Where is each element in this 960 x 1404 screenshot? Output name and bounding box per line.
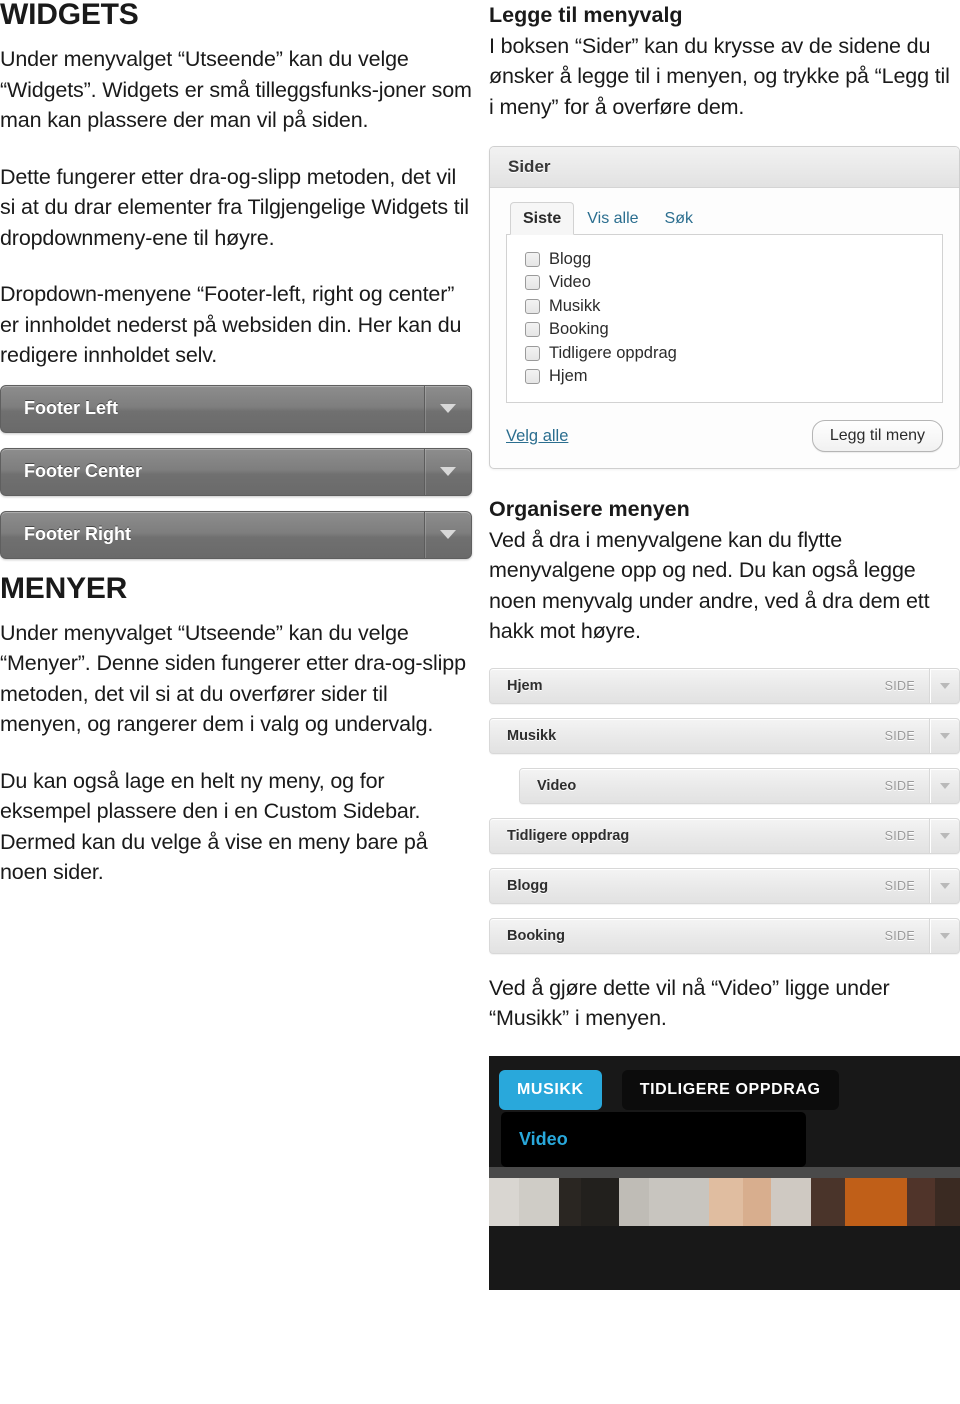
menu-item-label: Video bbox=[537, 777, 577, 794]
page-checkbox-row[interactable]: Tidligere oppdrag bbox=[525, 342, 932, 365]
select-all-link[interactable]: Velg alle bbox=[506, 427, 568, 446]
site-nav-item-tidligere-oppdrag[interactable]: TIDLIGERE OPPDRAG bbox=[621, 1069, 839, 1110]
page-checkbox-label: Booking bbox=[549, 320, 609, 339]
sider-tab-list: Siste Vis alle Søk bbox=[506, 202, 943, 236]
menu-item-type-badge: SIDE bbox=[884, 878, 915, 893]
chevron-down-icon[interactable] bbox=[929, 818, 959, 853]
document-page: WIDGETS Under menyvalget “Utseende” kan … bbox=[0, 0, 960, 1404]
checkbox-icon[interactable] bbox=[525, 322, 540, 338]
chevron-down-icon[interactable] bbox=[424, 511, 471, 558]
menu-item-row[interactable]: Musikk SIDE bbox=[489, 717, 960, 754]
page-checkbox-row[interactable]: Video bbox=[525, 272, 932, 295]
checkbox-icon[interactable] bbox=[525, 298, 540, 314]
organisere-menyen-paragraph: Ved å dra i menyvalgene kan du flytte me… bbox=[489, 527, 930, 644]
footer-widget-footer-center[interactable]: Footer Center bbox=[0, 447, 472, 496]
menu-item-type-badge: SIDE bbox=[884, 728, 915, 743]
page-checkbox-row[interactable]: Booking bbox=[525, 319, 932, 342]
menu-item-row[interactable]: Tidligere oppdrag SIDE bbox=[489, 817, 960, 854]
site-nav-dropdown: Video bbox=[501, 1111, 806, 1167]
menyer-intro-paragraph: Under menyvalget “Utseende” kan du velge… bbox=[0, 620, 466, 737]
site-photo-strip bbox=[489, 1177, 960, 1226]
page-title-widgets: WIDGETS bbox=[0, 0, 139, 31]
page-checkbox-label: Blogg bbox=[549, 249, 592, 268]
footer-widget-footer-left[interactable]: Footer Left bbox=[0, 384, 472, 433]
site-nav-divider bbox=[489, 1166, 960, 1178]
site-nav-item-musikk[interactable]: MUSIKK bbox=[499, 1069, 602, 1110]
menu-item-label: Tidligere oppdrag bbox=[507, 827, 630, 844]
video-under-musikk-paragraph: Ved å gjøre dette vil nå “Video” ligge u… bbox=[489, 975, 890, 1031]
page-checkbox-row[interactable]: Blogg bbox=[525, 248, 932, 271]
sider-tab-vis-alle[interactable]: Vis alle bbox=[574, 202, 651, 235]
menu-item-label: Booking bbox=[507, 927, 565, 944]
add-to-menu-button[interactable]: Legg til meny bbox=[811, 420, 943, 453]
menu-item-type-badge: SIDE bbox=[884, 678, 915, 693]
sider-page-checklist: Blogg Video Musikk Booking Tidligere oppdrag… bbox=[506, 235, 943, 404]
page-checkbox-row[interactable]: Musikk bbox=[525, 295, 932, 318]
widgets-dragdrop-paragraph: Dette fungerer etter dra-og-slipp metode… bbox=[0, 164, 469, 250]
page-title-menyer: MENYER bbox=[0, 571, 128, 605]
footer-widget-label: Footer Right bbox=[24, 524, 131, 545]
chevron-down-icon[interactable] bbox=[929, 668, 959, 703]
heading-legge-til-menyvalg: Legge til menyvalg bbox=[489, 3, 683, 27]
menu-item-type-badge: SIDE bbox=[884, 828, 915, 843]
chevron-down-icon[interactable] bbox=[929, 868, 959, 903]
chevron-down-icon[interactable] bbox=[424, 385, 471, 432]
sider-tab-siste[interactable]: Siste bbox=[510, 202, 575, 236]
menu-item-type-badge: SIDE bbox=[884, 778, 915, 793]
menu-item-row[interactable]: Video SIDE bbox=[519, 767, 960, 804]
sider-panel-footer: Velg alle Legg til meny bbox=[506, 403, 943, 453]
menyer-custom-sidebar-paragraph: Du kan også lage en helt ny meny, og for… bbox=[0, 768, 428, 885]
menu-item-label: Blogg bbox=[507, 877, 549, 894]
checkbox-icon[interactable] bbox=[525, 369, 540, 385]
heading-organisere-menyen: Organisere menyen bbox=[489, 497, 690, 522]
footer-widget-footer-right[interactable]: Footer Right bbox=[0, 510, 472, 559]
chevron-down-icon[interactable] bbox=[929, 718, 959, 753]
legge-til-menyvalg-paragraph: I boksen “Sider” kan du krysse av de sid… bbox=[489, 33, 950, 119]
page-checkbox-label: Video bbox=[549, 273, 591, 292]
chevron-down-icon[interactable] bbox=[929, 918, 959, 953]
sider-panel-title: Sider bbox=[490, 147, 959, 189]
checkbox-icon[interactable] bbox=[525, 251, 540, 267]
menu-item-row[interactable]: Blogg SIDE bbox=[489, 867, 960, 904]
footer-widget-label: Footer Center bbox=[24, 461, 143, 482]
page-checkbox-label: Tidligere oppdrag bbox=[549, 343, 677, 362]
sider-panel: Sider Siste Vis alle Søk Blogg Video Musikk B… bbox=[489, 146, 960, 470]
sider-panel-body: Siste Vis alle Søk Blogg Video Musikk Booking… bbox=[490, 188, 959, 468]
page-checkbox-label: Hjem bbox=[549, 367, 588, 386]
chevron-down-icon[interactable] bbox=[929, 768, 959, 803]
widgets-intro-paragraph: Under menyvalget “Utseende” kan du velge… bbox=[0, 47, 472, 133]
checkbox-icon[interactable] bbox=[525, 275, 540, 291]
page-checkbox-label: Musikk bbox=[549, 296, 601, 315]
sider-tab-søk[interactable]: Søk bbox=[652, 202, 706, 235]
menu-item-label: Hjem bbox=[507, 677, 543, 694]
right-column: Legge til menyvalg I boksen “Sider” kan … bbox=[489, 0, 960, 1290]
left-column: WIDGETS Under menyvalget “Utseende” kan … bbox=[0, 0, 472, 888]
footer-dropdown-paragraph: Dropdown-menyene “Footer-left, right og … bbox=[0, 282, 462, 368]
site-navigation-preview: MUSIKK TIDLIGERE OPPDRAG Video bbox=[489, 1055, 960, 1290]
site-nav-dropdown-item-video[interactable]: Video bbox=[519, 1129, 806, 1150]
menu-item-row[interactable]: Booking SIDE bbox=[489, 917, 960, 954]
menu-item-type-badge: SIDE bbox=[884, 928, 915, 943]
menu-item-label: Musikk bbox=[507, 727, 557, 744]
chevron-down-icon[interactable] bbox=[424, 448, 471, 495]
site-nav-bar: MUSIKK TIDLIGERE OPPDRAG bbox=[489, 1056, 960, 1110]
footer-widget-label: Footer Left bbox=[24, 398, 118, 419]
checkbox-icon[interactable] bbox=[525, 345, 540, 361]
page-checkbox-row[interactable]: Hjem bbox=[525, 366, 932, 389]
menu-item-row[interactable]: Hjem SIDE bbox=[489, 667, 960, 704]
menu-structure-list: Hjem SIDE Musikk SIDE Video SIDE Tidligere opp… bbox=[489, 667, 960, 954]
footer-widget-list: Footer Left Footer Center Footer Right bbox=[0, 384, 472, 559]
